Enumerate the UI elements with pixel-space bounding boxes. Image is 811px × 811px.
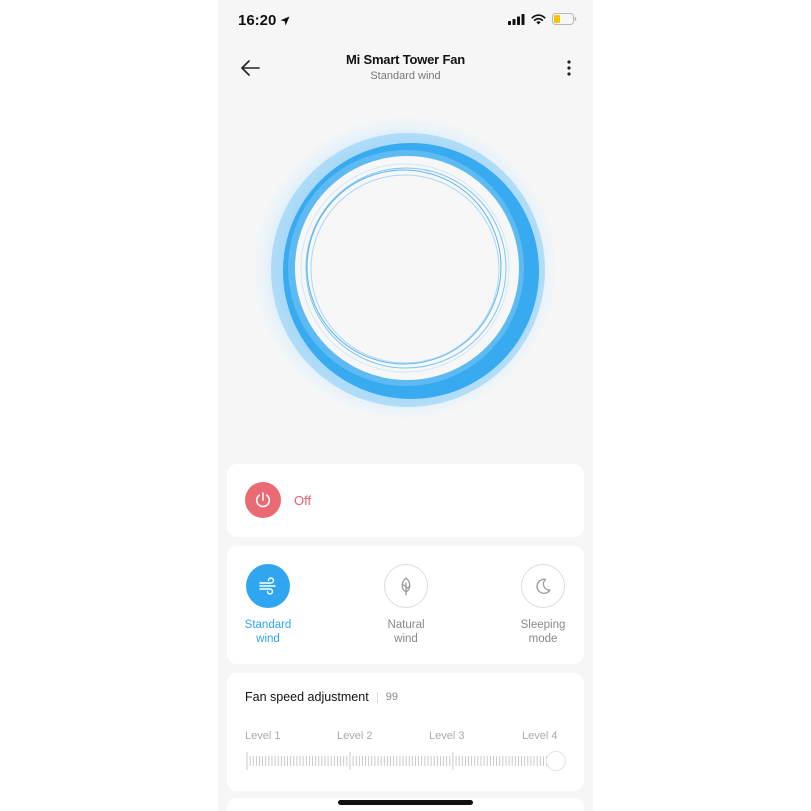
status-time: 16:20 — [238, 12, 290, 29]
mode-natural-label: Natural wind — [361, 618, 451, 646]
fan-speed-title: Fan speed adjustment — [245, 690, 369, 704]
wind-icon — [259, 577, 276, 595]
fan-speed-slider[interactable] — [245, 750, 570, 772]
mode-sleeping[interactable]: Sleeping mode — [498, 564, 588, 646]
fan-ring-visual — [255, 118, 555, 418]
fan-speed-value: 99 — [385, 691, 398, 703]
status-icons — [508, 13, 577, 25]
slider-ticks — [246, 752, 560, 770]
mode-standard-label-line1: Standard — [244, 619, 292, 631]
more-options-button[interactable] — [561, 56, 577, 80]
slider-thumb[interactable] — [545, 751, 566, 771]
mode-standard-wind[interactable]: Standard wind — [223, 564, 313, 646]
battery-icon — [552, 13, 577, 25]
mode-selector-card: Standard wind Natural wind Sleeping mode — [227, 546, 584, 664]
level-label-4: Level 4 — [522, 730, 558, 742]
mode-sleeping-label-line1: Sleeping — [520, 619, 566, 631]
mode-standard-label-line2: wind — [256, 633, 280, 645]
fan-speed-card: Fan speed adjustment 99 Level 1 Level 2 … — [227, 673, 584, 791]
signal-icon — [508, 13, 525, 25]
mode-natural-icon-wrap — [384, 564, 428, 608]
header-title-block: Mi Smart Tower Fan Standard wind — [218, 52, 593, 82]
fan-speed-header: Fan speed adjustment 99 — [245, 690, 398, 704]
page-subtitle: Standard wind — [370, 70, 441, 82]
mode-sleeping-label-line2: mode — [528, 633, 558, 645]
mode-natural-wind[interactable]: Natural wind — [361, 564, 451, 646]
mode-natural-label-line1: Natural — [387, 619, 425, 631]
level-label-2: Level 2 — [337, 730, 373, 742]
page-title: Mi Smart Tower Fan — [346, 52, 465, 67]
location-arrow-icon — [280, 16, 290, 25]
phone-screen: 16:20 Mi Smart Tower Fan Standard wind O… — [218, 0, 593, 811]
home-indicator — [338, 800, 473, 805]
status-time-text: 16:20 — [238, 12, 277, 29]
leaf-icon — [401, 577, 411, 596]
moon-icon — [536, 578, 551, 594]
mode-standard-label: Standard wind — [223, 618, 313, 646]
power-icon — [255, 492, 271, 508]
mode-sleeping-icon-wrap — [521, 564, 565, 608]
fan-speed-divider — [376, 691, 378, 703]
more-vertical-icon — [567, 60, 571, 76]
power-status-label: Off — [294, 493, 312, 508]
power-card: Off — [227, 464, 584, 537]
wifi-icon — [531, 13, 546, 24]
level-label-1: Level 1 — [245, 730, 281, 742]
level-label-3: Level 3 — [429, 730, 465, 742]
power-button[interactable] — [245, 482, 281, 518]
mode-natural-label-line2: wind — [394, 633, 418, 645]
mode-sleeping-label: Sleeping mode — [498, 618, 588, 646]
mode-standard-icon-wrap — [246, 564, 290, 608]
